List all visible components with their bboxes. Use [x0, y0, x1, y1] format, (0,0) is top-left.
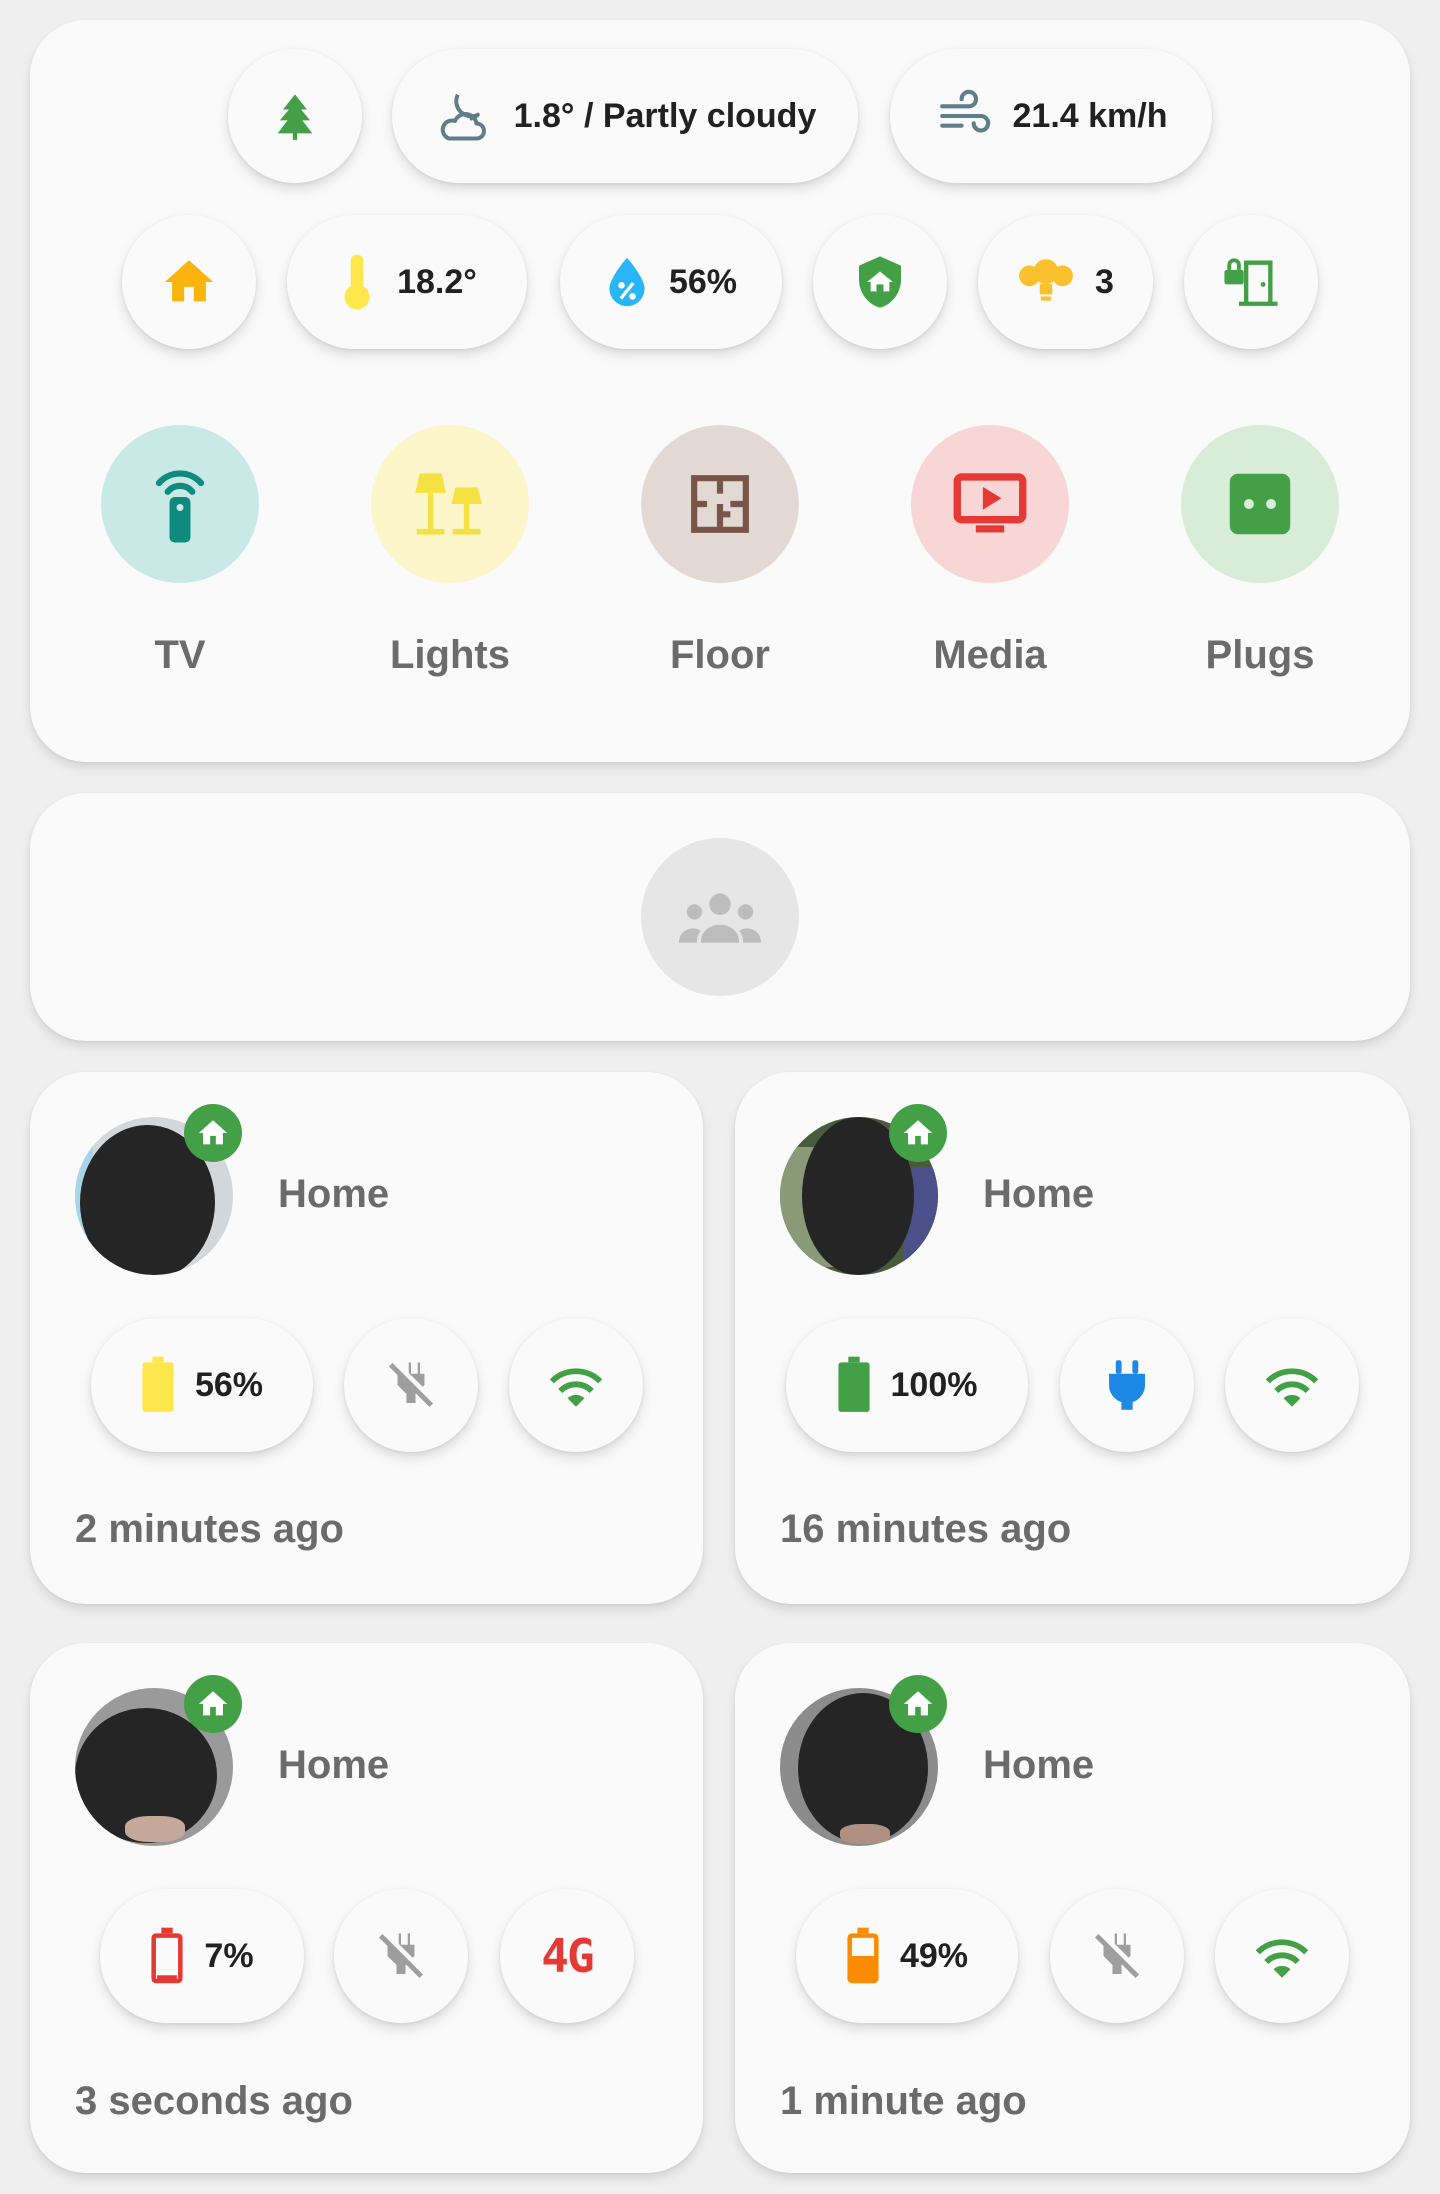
home-icon [164, 260, 214, 302]
charging-status-chip[interactable] [344, 1318, 478, 1452]
nav-lights-label: Lights [390, 633, 510, 677]
lights-on-count: 3 [1095, 262, 1114, 301]
charging-status-chip[interactable] [1050, 1889, 1184, 2023]
security-chip[interactable] [813, 215, 947, 349]
home-mode-chip[interactable] [122, 215, 256, 349]
last-updated-text: 1 minute ago [780, 2079, 1027, 2123]
power-socket-icon [1229, 473, 1291, 535]
account-group-icon [679, 893, 761, 943]
lightbulb-group-icon [1019, 259, 1073, 301]
battery-level-text: 7% [204, 1936, 254, 1975]
last-updated-text: 16 minutes ago [780, 1507, 1072, 1551]
battery-chip[interactable]: 49% [796, 1889, 1018, 2023]
door-closed-lock-icon [1224, 258, 1278, 306]
battery-icon [837, 1356, 870, 1412]
nav-media-circle [911, 425, 1069, 583]
shield-home-icon [859, 256, 901, 308]
people-group-button[interactable] [641, 838, 799, 996]
battery-icon [142, 1356, 174, 1412]
wind-speed-text: 21.4 km/h [1012, 96, 1168, 135]
home-icon [198, 1691, 228, 1716]
wifi-icon [549, 1368, 603, 1407]
thermometer-icon [344, 254, 370, 310]
home-zone-badge [889, 1675, 947, 1733]
power-plug-off-icon [1094, 1933, 1140, 1979]
humidity-chip[interactable]: 56% [560, 215, 782, 349]
battery-chip[interactable]: 7% [100, 1889, 304, 2023]
nav-tv-circle [101, 425, 259, 583]
person-zone-label: Home [278, 1172, 390, 1216]
wifi-icon [1265, 1368, 1319, 1407]
home-zone-badge [184, 1675, 242, 1733]
pine-tree-icon [277, 94, 313, 140]
nav-floor-circle [641, 425, 799, 583]
home-icon [903, 1120, 933, 1145]
weather-condition-text: 1.8° / Partly cloudy [513, 96, 817, 135]
remote-tv-icon [155, 470, 205, 543]
person-zone-label: Home [278, 1743, 390, 1787]
person-zone-label: Home [983, 1172, 1095, 1216]
connection-chip[interactable] [509, 1318, 643, 1452]
water-percent-icon [609, 257, 645, 307]
weather-condition-chip[interactable]: 1.8° / Partly cloudy [392, 49, 858, 183]
battery-level-text: 100% [890, 1365, 978, 1404]
lights-on-chip[interactable]: 3 [978, 215, 1153, 349]
person-zone-label: Home [983, 1743, 1095, 1787]
power-plug-off-icon [388, 1362, 434, 1408]
nav-plugs[interactable]: Plugs [1165, 425, 1355, 678]
nav-media[interactable]: Media [895, 425, 1085, 678]
nav-tv[interactable]: TV [85, 425, 275, 678]
battery-chip[interactable]: 56% [91, 1318, 313, 1452]
home-icon [198, 1120, 228, 1145]
wind-speed-chip[interactable]: 21.4 km/h [890, 49, 1212, 183]
temperature-chip[interactable]: 18.2° [287, 215, 527, 349]
weather-windy-icon [939, 89, 990, 133]
nav-lights[interactable]: Lights [355, 425, 545, 678]
battery-level-text: 49% [899, 1936, 969, 1975]
wifi-icon [1255, 1939, 1309, 1978]
door-lock-chip[interactable] [1184, 215, 1318, 349]
nav-lights-circle [371, 425, 529, 583]
nav-plugs-label: Plugs [1205, 633, 1315, 677]
television-play-icon [953, 473, 1027, 533]
charging-status-chip[interactable] [334, 1889, 468, 2023]
connection-chip[interactable] [1225, 1318, 1359, 1452]
home-zone-badge [184, 1104, 242, 1162]
charging-status-chip[interactable] [1060, 1318, 1194, 1452]
battery-alert-icon [151, 1927, 184, 1984]
connection-chip[interactable] [1215, 1889, 1349, 2023]
connection-chip[interactable]: 4G [500, 1889, 634, 2023]
power-plug-off-icon [378, 1933, 424, 1979]
nav-floor[interactable]: Floor [625, 425, 815, 678]
home-zone-badge [889, 1104, 947, 1162]
floor-plan-icon [691, 475, 749, 533]
nav-media-label: Media [933, 633, 1047, 677]
battery-level-text: 56% [194, 1365, 264, 1404]
nav-floor-label: Floor [670, 633, 770, 677]
nav-tv-label: TV [154, 633, 206, 677]
humidity-text: 56% [668, 262, 738, 301]
nav-plugs-circle [1181, 425, 1339, 583]
last-updated-text: 2 minutes ago [75, 1507, 344, 1551]
network-4g-label: 4G [541, 1929, 594, 1983]
power-plug-icon [1109, 1360, 1145, 1410]
temperature-text: 18.2° [397, 262, 477, 301]
home-icon [903, 1691, 933, 1716]
last-updated-text: 3 seconds ago [75, 2079, 353, 2123]
lamps-icon [415, 473, 482, 535]
battery-chip[interactable]: 100% [786, 1318, 1028, 1452]
weather-night-partly-cloudy-icon [440, 93, 486, 141]
battery-50-icon [847, 1927, 879, 1984]
season-chip[interactable] [228, 49, 362, 183]
